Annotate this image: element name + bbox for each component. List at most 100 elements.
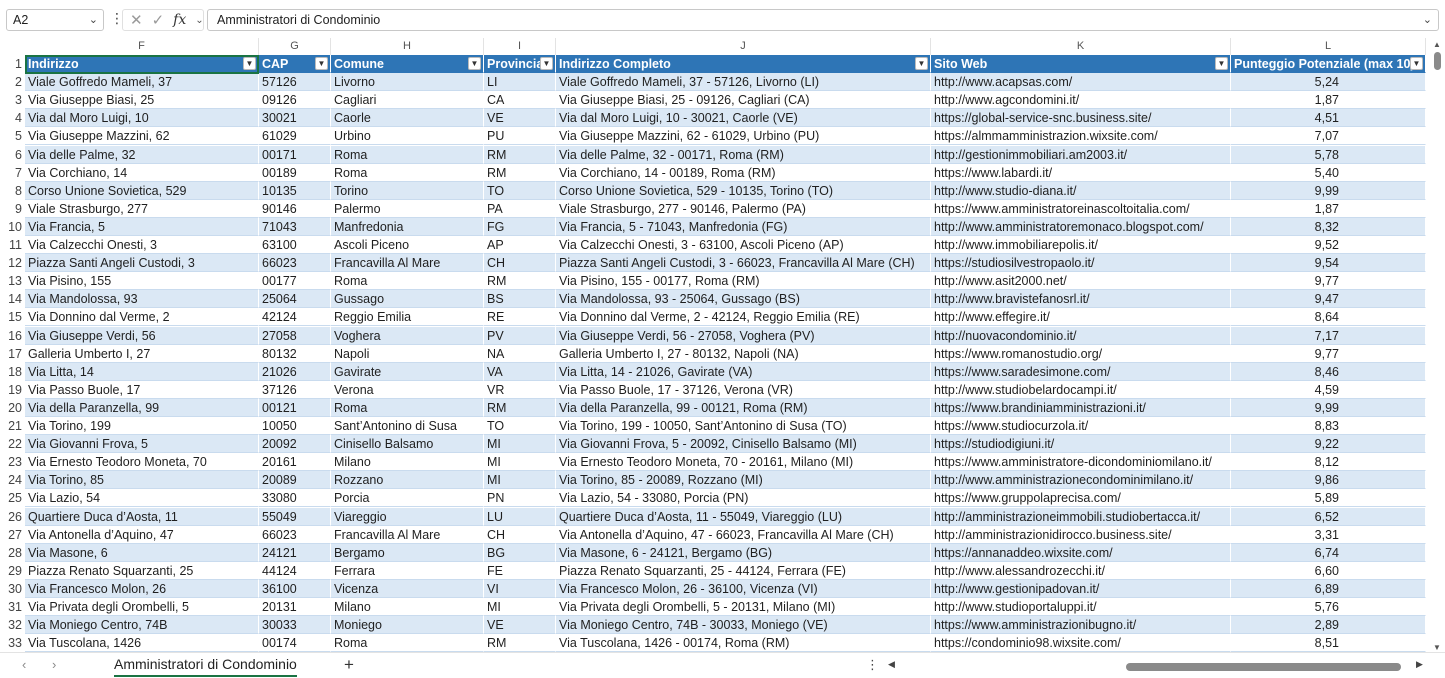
table-cell[interactable]: MI [484, 471, 556, 490]
table-cell[interactable]: Via Pisino, 155 - 00177, Roma (RM) [556, 272, 931, 291]
table-cell[interactable]: Via Mandolossa, 93 - 25064, Gussago (BS) [556, 290, 931, 309]
table-cell[interactable]: http://www.asit2000.net/ [931, 272, 1231, 291]
table-cell[interactable]: RM [484, 634, 556, 652]
table-cell[interactable]: http://www.bravistefanosrl.it/ [931, 290, 1231, 309]
row-header[interactable]: 16 [0, 327, 25, 345]
row-header[interactable]: 12 [0, 254, 25, 272]
table-cell[interactable]: Via Giuseppe Mazzini, 62 - 61029, Urbino… [556, 127, 931, 146]
table-cell[interactable]: Via Giovanni Frova, 5 [25, 435, 259, 454]
table-cell[interactable]: Via Donnino dal Verme, 2 - 42124, Reggio… [556, 308, 931, 327]
table-cell[interactable]: Via Masone, 6 [25, 543, 259, 562]
table-cell[interactable]: Via Privata degli Orombelli, 5 - 20131, … [556, 598, 931, 617]
table-cell[interactable]: BG [484, 543, 556, 562]
table-cell[interactable]: VE [484, 109, 556, 128]
filter-dropdown-icon[interactable]: ▼ [315, 57, 328, 70]
table-cell[interactable]: 20089 [259, 471, 331, 490]
column-header[interactable]: H [331, 38, 484, 55]
table-cell[interactable]: Urbino [331, 127, 484, 146]
table-cell[interactable]: 44124 [259, 561, 331, 580]
table-cell[interactable]: Gavirate [331, 362, 484, 381]
row-header[interactable]: 32 [0, 616, 25, 634]
table-cell[interactable]: 8,83 [1231, 417, 1426, 436]
table-cell[interactable]: 27058 [259, 326, 331, 345]
table-cell[interactable]: 00177 [259, 272, 331, 291]
table-cell[interactable]: PV [484, 326, 556, 345]
table-cell[interactable]: Roma [331, 272, 484, 291]
table-cell[interactable]: 1,87 [1231, 199, 1426, 218]
table-cell[interactable]: http://www.studiobelardocampi.it/ [931, 380, 1231, 399]
table-cell[interactable]: 30021 [259, 109, 331, 128]
row-header[interactable]: 10 [0, 218, 25, 236]
row-header[interactable]: 9 [0, 200, 25, 218]
column-header[interactable]: F [25, 38, 259, 55]
table-cell[interactable]: LI [484, 73, 556, 92]
table-cell[interactable]: https://www.amministratoreinascoltoitali… [931, 199, 1231, 218]
table-cell[interactable]: CH [484, 254, 556, 273]
table-cell[interactable]: Via Torino, 199 - 10050, Sant’Antonino d… [556, 417, 931, 436]
chevron-down-icon[interactable]: ⌄ [195, 15, 203, 26]
table-cell[interactable]: Via delle Palme, 32 - 00171, Roma (RM) [556, 145, 931, 164]
filter-dropdown-icon[interactable]: ▼ [915, 57, 928, 70]
table-cell[interactable]: Palermo [331, 199, 484, 218]
table-cell[interactable]: Viale Strasburgo, 277 [25, 199, 259, 218]
table-cell[interactable]: Via Litta, 14 - 21026, Gavirate (VA) [556, 362, 931, 381]
row-header[interactable]: 21 [0, 417, 25, 435]
row-header[interactable]: 17 [0, 345, 25, 363]
table-cell[interactable]: Piazza Renato Squarzanti, 25 - 44124, Fe… [556, 561, 931, 580]
table-cell[interactable]: 5,78 [1231, 145, 1426, 164]
table-cell[interactable]: MI [484, 598, 556, 617]
table-cell[interactable]: Bergamo [331, 543, 484, 562]
table-cell[interactable]: 8,12 [1231, 453, 1426, 472]
table-cell[interactable]: 20131 [259, 598, 331, 617]
confirm-icon[interactable]: ✓ [152, 11, 165, 29]
table-cell[interactable]: 25064 [259, 290, 331, 309]
table-cell[interactable]: Via Francia, 5 - 71043, Manfredonia (FG) [556, 217, 931, 236]
table-cell[interactable]: Via Torino, 199 [25, 417, 259, 436]
table-cell[interactable]: Via della Paranzella, 99 [25, 398, 259, 417]
table-cell[interactable]: RM [484, 145, 556, 164]
table-cell[interactable]: http://www.immobiliarepolis.it/ [931, 236, 1231, 255]
row-header[interactable]: 2 [0, 73, 25, 91]
formula-input[interactable]: Amministratori di Condominio ⌄ [207, 9, 1439, 31]
row-header[interactable]: 30 [0, 580, 25, 598]
table-cell[interactable]: 6,89 [1231, 579, 1426, 598]
table-cell[interactable]: VE [484, 616, 556, 635]
row-header[interactable]: 27 [0, 526, 25, 544]
table-cell[interactable]: Via Giuseppe Biasi, 25 [25, 91, 259, 110]
row-header[interactable]: 1 [0, 55, 25, 73]
table-cell[interactable]: Via Torino, 85 - 20089, Rozzano (MI) [556, 471, 931, 490]
chevron-down-icon[interactable]: ⌄ [89, 13, 98, 26]
table-cell[interactable]: Viale Goffredo Mameli, 37 [25, 73, 259, 92]
filter-dropdown-icon[interactable]: ▼ [1410, 57, 1423, 70]
table-cell[interactable]: 8,64 [1231, 308, 1426, 327]
table-cell[interactable]: 4,51 [1231, 109, 1426, 128]
table-cell[interactable]: Napoli [331, 344, 484, 363]
table-cell[interactable]: Quartiere Duca d’Aosta, 11 - 55049, Viar… [556, 507, 931, 526]
table-cell[interactable]: 9,22 [1231, 435, 1426, 454]
table-cell[interactable]: Via Antonella d’Aquino, 47 [25, 525, 259, 544]
table-cell[interactable]: Roma [331, 634, 484, 652]
table-cell[interactable]: Corso Unione Sovietica, 529 - 10135, Tor… [556, 181, 931, 200]
table-cell[interactable]: 6,60 [1231, 561, 1426, 580]
table-cell[interactable]: 20161 [259, 453, 331, 472]
table-cell[interactable]: 6,74 [1231, 543, 1426, 562]
header-cell[interactable]: Indirizzo ▼ [25, 55, 259, 74]
table-cell[interactable]: Via Ernesto Teodoro Moneta, 70 [25, 453, 259, 472]
table-cell[interactable]: 9,54 [1231, 254, 1426, 273]
expand-formula-icon[interactable]: ⌄ [1423, 13, 1432, 26]
table-cell[interactable]: https://global-service-snc.business.site… [931, 109, 1231, 128]
header-cell[interactable]: Indirizzo Completo ▼ [556, 55, 931, 74]
table-cell[interactable]: https://studiosilvestropaolo.it/ [931, 254, 1231, 273]
table-cell[interactable]: Via Lazio, 54 [25, 489, 259, 508]
table-cell[interactable]: Via Torino, 85 [25, 471, 259, 490]
row-header[interactable]: 3 [0, 91, 25, 109]
table-cell[interactable]: Via Corchiano, 14 [25, 163, 259, 182]
table-cell[interactable]: Via delle Palme, 32 [25, 145, 259, 164]
row-header[interactable]: 25 [0, 489, 25, 507]
table-cell[interactable]: RM [484, 163, 556, 182]
cancel-icon[interactable]: ✕ [130, 11, 143, 29]
table-cell[interactable]: https://studiodigiuni.it/ [931, 435, 1231, 454]
table-cell[interactable]: 5,24 [1231, 73, 1426, 92]
row-header[interactable]: 22 [0, 435, 25, 453]
table-cell[interactable]: 9,99 [1231, 398, 1426, 417]
